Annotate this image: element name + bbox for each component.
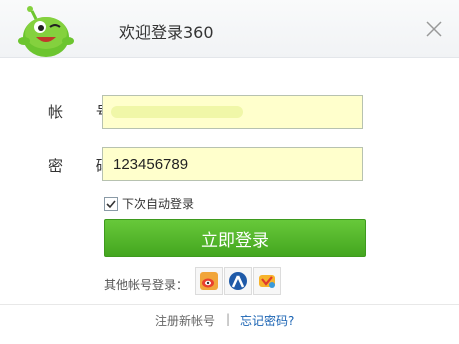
login-button[interactable]: 立即登录	[104, 219, 366, 257]
auto-login-option[interactable]: 下次自动登录	[104, 195, 194, 212]
auto-login-label: 下次自动登录	[122, 197, 195, 211]
other-login-label: 其他帐号登录：	[104, 278, 189, 292]
mascot-logo-icon	[18, 6, 74, 57]
weibo-icon	[200, 272, 218, 290]
renren-icon	[229, 272, 247, 290]
footer-separator: |	[226, 312, 231, 326]
renren-login-button[interactable]	[224, 267, 252, 295]
register-link[interactable]: 注册新帐号	[155, 312, 215, 329]
forgot-password-link[interactable]: 忘记密码?	[240, 312, 294, 329]
account-value-redacted	[111, 106, 243, 118]
dialog-header: 欢迎登录360	[0, 0, 459, 58]
tencent-icon	[259, 275, 275, 288]
account-input[interactable]	[102, 95, 363, 129]
auto-login-checkbox[interactable]	[104, 196, 118, 211]
login-dialog: 欢迎登录360 帐 号 密 码 下次自动登录 立即登录 其他帐号登录：	[0, 0, 459, 343]
weibo-login-button[interactable]	[195, 267, 223, 295]
dialog-title: 欢迎登录360	[119, 23, 214, 42]
check-icon	[106, 199, 116, 208]
close-icon[interactable]	[424, 19, 444, 39]
tencent-login-button[interactable]	[253, 267, 281, 295]
password-input[interactable]	[102, 147, 363, 181]
